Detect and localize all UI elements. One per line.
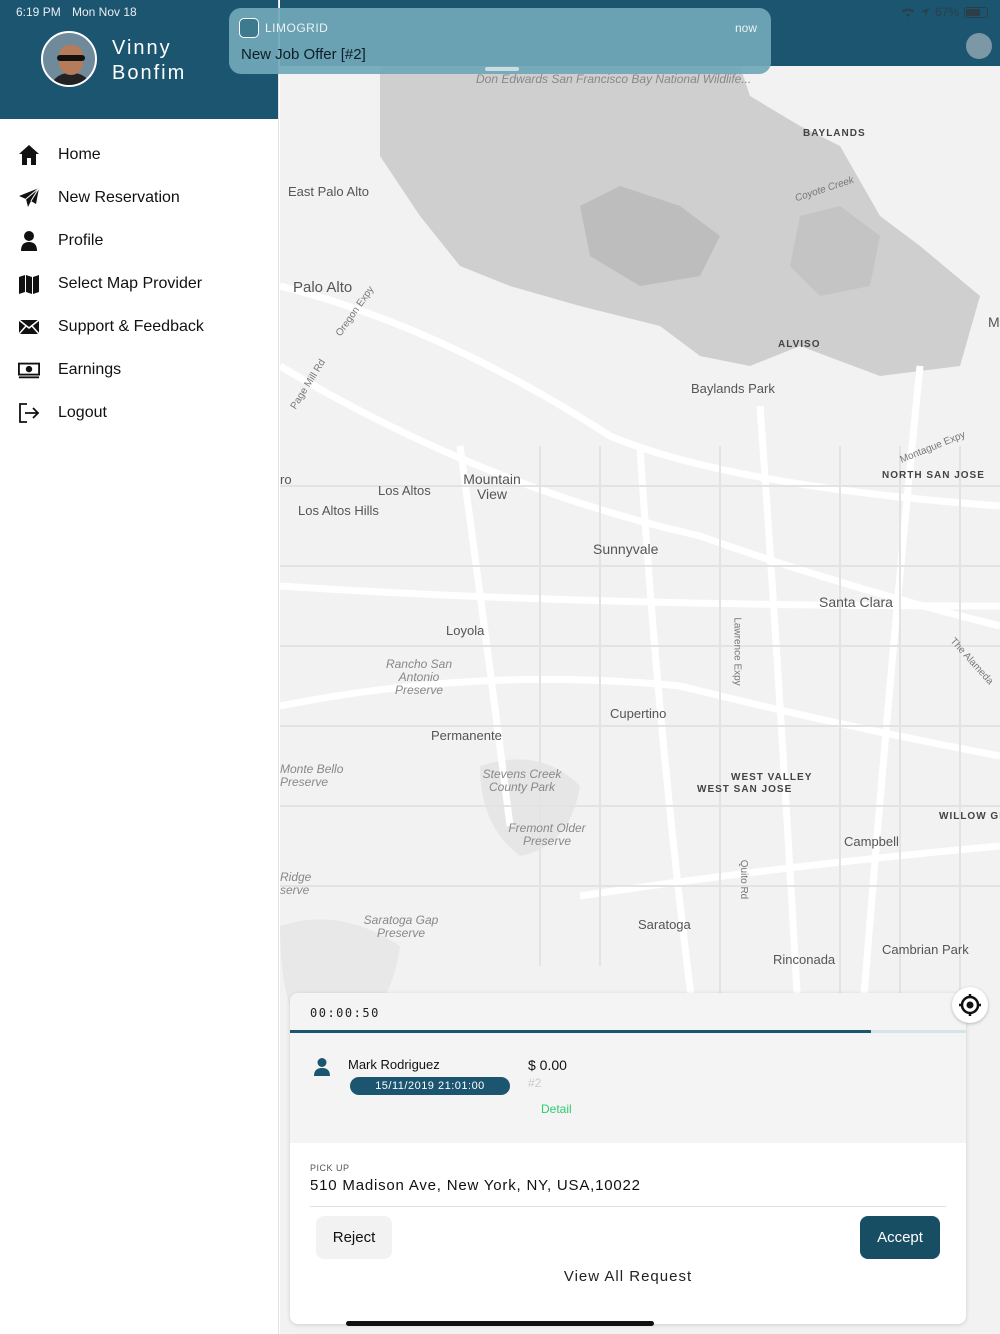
map-label-permanente: Permanente: [431, 728, 502, 743]
map-label-willow-glen: WILLOW GL: [939, 811, 1000, 822]
crosshair-icon: [959, 994, 981, 1016]
pickup-datetime: 15/11/2019 21:01:00: [350, 1077, 510, 1095]
map-label-edge-ro: ro: [280, 472, 292, 487]
user-icon: [18, 230, 40, 252]
sidebar-menu: Home New Reservation Profile Select Map …: [0, 133, 278, 434]
battery-icon: [964, 6, 988, 18]
sidebar-item-label: Select Map Provider: [58, 274, 203, 292]
reject-button[interactable]: Reject: [316, 1216, 392, 1259]
battery-percent: 67%: [934, 5, 959, 19]
map-label-cupertino: Cupertino: [610, 706, 667, 721]
map-label-stevens-creek: Stevens Creek County Park: [482, 767, 562, 794]
map-label-los-altos: Los Altos: [378, 483, 431, 498]
sidebar-item-label: Earnings: [58, 360, 122, 378]
map-label-alviso: ALVISO: [778, 339, 821, 350]
map-label-palo-alto: Palo Alto: [293, 279, 353, 296]
pickup-address: 510 Madison Ave, New York, NY, USA,10022: [310, 1177, 641, 1194]
sidebar-item-logout[interactable]: Logout: [0, 391, 278, 434]
map-label-santa-clara: Santa Clara: [819, 594, 893, 610]
accept-button[interactable]: Accept: [860, 1216, 940, 1259]
map-label-north-san-jose: NORTH SAN JOSE: [882, 470, 985, 481]
avatar[interactable]: [41, 31, 97, 87]
countdown-progress-fill: [290, 1030, 872, 1033]
map-label-campbell: Campbell: [844, 834, 899, 849]
map-label-don-edwards: Don Edwards San Francisco Bay National W…: [476, 72, 752, 86]
status-indicators: 67%: [901, 5, 988, 19]
paper-plane-icon: [18, 187, 40, 209]
map-label-los-altos-hills: Los Altos Hills: [298, 503, 379, 518]
job-price: $ 0.00: [528, 1057, 567, 1073]
passenger-name: Mark Rodriguez: [348, 1057, 440, 1072]
location-icon: [920, 8, 929, 16]
map-icon: [18, 273, 40, 295]
sidebar-item-label: Profile: [58, 231, 104, 249]
notification-time: now: [734, 21, 757, 35]
sidebar-item-support[interactable]: Support & Feedback: [0, 305, 278, 348]
detail-link[interactable]: Detail: [541, 1102, 572, 1116]
map-label-loyola: Loyola: [446, 623, 485, 638]
notification-app-name: LIMOGRID: [265, 21, 329, 35]
sidebar-item-map-provider[interactable]: Select Map Provider: [0, 262, 278, 305]
countdown-progress: [290, 1030, 966, 1033]
view-all-requests-link[interactable]: View All Request: [290, 1268, 966, 1285]
map-label-fremont-older: Fremont Older Preserve: [508, 821, 586, 848]
sidebar-item-earnings[interactable]: Earnings: [0, 348, 278, 391]
map-label-rinconada: Rinconada: [773, 952, 836, 967]
sidebar-item-new-reservation[interactable]: New Reservation: [0, 176, 278, 219]
map-label-monte-bello: Monte Bello Preserve: [280, 762, 344, 789]
map-label-saratoga: Saratoga: [638, 917, 691, 932]
wifi-icon: [901, 8, 914, 17]
money-icon: [18, 359, 40, 381]
limogrid-app-icon: [239, 18, 259, 38]
sidebar-item-label: Logout: [58, 403, 107, 421]
status-time: 6:19 PM: [16, 5, 61, 19]
home-indicator[interactable]: [346, 1321, 654, 1326]
locate-me-button[interactable]: [952, 987, 988, 1023]
sidebar-item-label: Support & Feedback: [58, 317, 204, 335]
sidebar-item-label: New Reservation: [58, 188, 180, 206]
logout-icon: [18, 402, 40, 424]
map-label-mountain-view: Mountain View: [463, 471, 521, 502]
job-summary: 00:00:50 Mark Rodriguez 15/11/2019 21:01…: [290, 993, 966, 1143]
status-date: Mon Nov 18: [72, 5, 137, 19]
map-label-cambrian-park: Cambrian Park: [882, 942, 969, 957]
job-id: #2: [528, 1076, 542, 1090]
sidebar-item-label: Home: [58, 145, 101, 163]
notification-message: New Job Offer [#2]: [241, 46, 366, 63]
passenger-icon: [314, 1058, 330, 1076]
map-label-edge-m: M: [988, 314, 1000, 330]
countdown-timer: 00:00:50: [310, 1006, 380, 1020]
map-label-quito: Quito Rd: [738, 859, 750, 900]
map-label-sunnyvale: Sunnyvale: [593, 541, 659, 557]
notification-handle: [485, 67, 519, 71]
pickup-label: PICK UP: [310, 1163, 350, 1173]
divider: [310, 1206, 946, 1207]
map-label-west-san-jose: WEST SAN JOSE: [697, 784, 793, 795]
map-label-lawrence: Lawrence Expy: [731, 617, 743, 686]
map-label-rancho: Rancho San Antonio Preserve: [385, 657, 453, 697]
map-label-east-palo-alto: East Palo Alto: [288, 184, 369, 199]
map-label-ridge: Ridge serve: [280, 870, 312, 897]
job-request-card: 00:00:50 Mark Rodriguez 15/11/2019 21:01…: [290, 993, 966, 1324]
profile-toggle-button[interactable]: [966, 33, 992, 59]
sidebar-item-home[interactable]: Home: [0, 133, 278, 176]
map-label-west-valley: WEST VALLEY: [731, 772, 813, 783]
map-label-baylands: BAYLANDS: [803, 128, 866, 139]
push-notification[interactable]: LIMOGRID now New Job Offer [#2]: [229, 8, 771, 74]
sidebar: Vinny Bonfim Home New Reservation Profil…: [0, 0, 279, 1334]
home-icon: [18, 144, 40, 166]
map-label-saratoga-gap: Saratoga Gap Preserve: [363, 913, 439, 940]
sidebar-item-profile[interactable]: Profile: [0, 219, 278, 262]
map-label-baylands-park: Baylands Park: [691, 381, 775, 396]
envelope-icon: [18, 316, 40, 338]
